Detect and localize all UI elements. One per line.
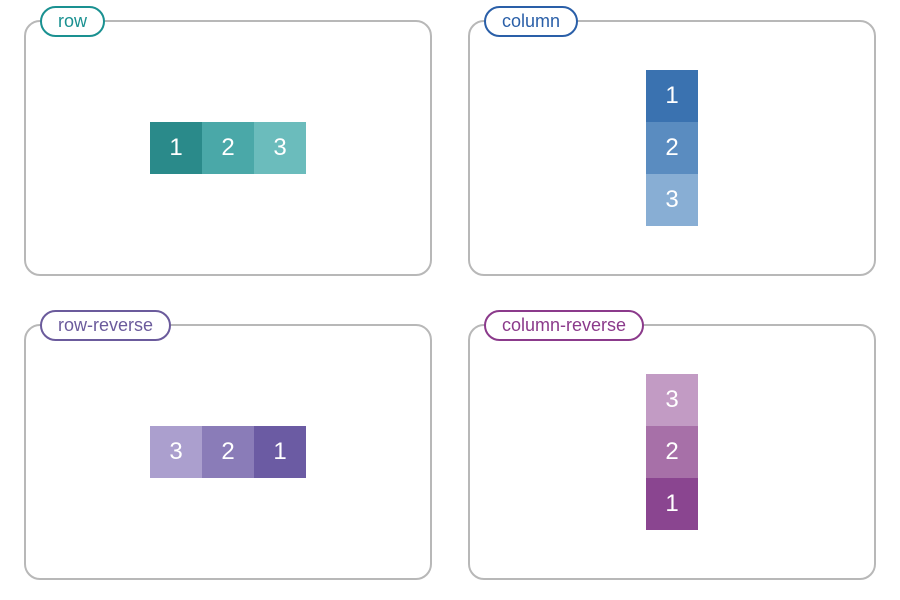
panel-column: column 1 2 3 <box>468 20 876 276</box>
box-3: 3 <box>646 374 698 426</box>
box-2: 2 <box>646 122 698 174</box>
label-column-reverse: column-reverse <box>484 310 644 341</box>
box-1: 1 <box>646 478 698 530</box>
box-3: 3 <box>254 122 306 174</box>
box-3: 3 <box>150 426 202 478</box>
label-row-reverse: row-reverse <box>40 310 171 341</box>
flex-container-row: 1 2 3 <box>150 122 306 174</box>
panel-row: row 1 2 3 <box>24 20 432 276</box>
panel-row-reverse: row-reverse 1 2 3 <box>24 324 432 580</box>
box-3: 3 <box>646 174 698 226</box>
box-2: 2 <box>202 426 254 478</box>
box-1: 1 <box>646 70 698 122</box>
flex-container-row-reverse: 1 2 3 <box>150 426 306 478</box>
label-row: row <box>40 6 105 37</box>
box-1: 1 <box>254 426 306 478</box>
flex-container-column: 1 2 3 <box>646 70 698 226</box>
box-1: 1 <box>150 122 202 174</box>
panel-column-reverse: column-reverse 1 2 3 <box>468 324 876 580</box>
box-2: 2 <box>646 426 698 478</box>
label-column: column <box>484 6 578 37</box>
box-2: 2 <box>202 122 254 174</box>
flex-container-column-reverse: 1 2 3 <box>646 374 698 530</box>
